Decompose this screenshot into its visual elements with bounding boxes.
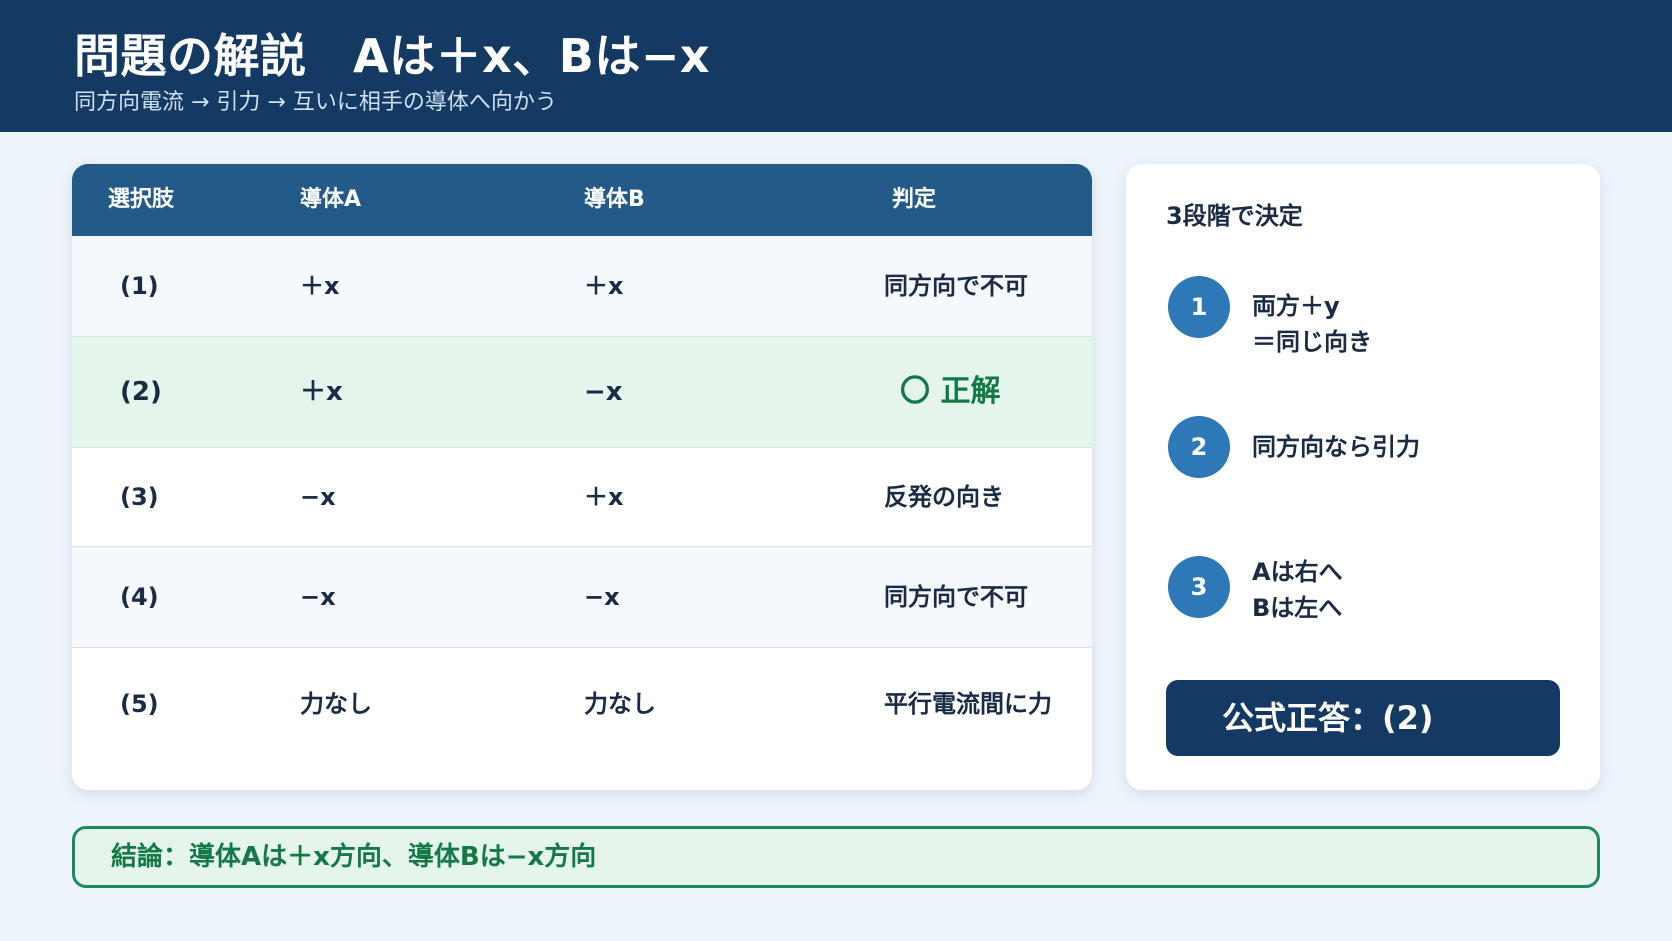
table-row: (4) −x −x 同方向で不可 bbox=[72, 547, 1092, 648]
table-row: (1) ＋x ＋x 同方向で不可 bbox=[72, 236, 1092, 337]
page-title: 問題の解説 Aは＋x、Bは−x bbox=[74, 29, 711, 83]
step-number-2: 2 bbox=[1168, 416, 1230, 478]
conclusion-text: 結論：導体Aは＋x方向、導体Bは−x方向 bbox=[111, 842, 597, 872]
row-conductor-a: ＋x bbox=[300, 272, 340, 300]
header-conductor-b: 導体B bbox=[584, 187, 645, 212]
table-header: 選択肢 導体A 導体B 判定 bbox=[72, 164, 1092, 236]
row-verdict: 同方向で不可 bbox=[884, 272, 1028, 300]
header-conductor-a: 導体A bbox=[300, 187, 362, 212]
row-conductor-b: 力なし bbox=[584, 690, 656, 718]
step-number-3: 3 bbox=[1168, 556, 1230, 618]
step-line: Bは左へ bbox=[1252, 594, 1343, 622]
row-conductor-a: −x bbox=[300, 483, 336, 511]
header-option: 選択肢 bbox=[108, 187, 175, 212]
row-conductor-a: 力なし bbox=[300, 690, 372, 718]
row-conductor-b: −x bbox=[584, 583, 620, 611]
row-option: (4) bbox=[120, 583, 159, 611]
step-number-1: 1 bbox=[1168, 276, 1230, 338]
row-option: (2) bbox=[120, 377, 162, 407]
row-conductor-b: ＋x bbox=[584, 483, 624, 511]
step-line: Aは右へ bbox=[1252, 558, 1343, 586]
row-conductor-a: ＋x bbox=[300, 377, 343, 407]
page-subtitle: 同方向電流 → 引力 → 互いに相手の導体へ向かう bbox=[74, 90, 557, 115]
row-verdict: 反発の向き bbox=[884, 483, 1004, 511]
header-verdict: 判定 bbox=[892, 187, 937, 212]
step-text-3: Aは右へ Bは左へ bbox=[1252, 554, 1343, 626]
decision-steps-panel: 3段階で決定 1 両方＋y ＝同じ向き 2 同方向なら引力 3 Aは右へ Bは左… bbox=[1126, 164, 1600, 790]
row-option: (1) bbox=[120, 272, 159, 300]
official-answer-badge: 公式正答：(2) bbox=[1166, 680, 1560, 756]
table-row: (5) 力なし 力なし 平行電流間に力 bbox=[72, 648, 1092, 760]
step-text-1: 両方＋y ＝同じ向き bbox=[1252, 288, 1372, 360]
row-conductor-b: ＋x bbox=[584, 272, 624, 300]
row-option: (5) bbox=[120, 690, 159, 718]
row-verdict: 同方向で不可 bbox=[884, 583, 1028, 611]
step-line: 同方向なら引力 bbox=[1252, 433, 1420, 461]
correct-verdict: 〇 正解 bbox=[900, 374, 1001, 409]
row-option: (3) bbox=[120, 483, 159, 511]
step-text-2: 同方向なら引力 bbox=[1252, 429, 1420, 465]
steps-title: 3段階で決定 bbox=[1166, 202, 1303, 230]
conclusion-box: 結論：導体Aは＋x方向、導体Bは−x方向 bbox=[72, 826, 1600, 888]
row-conductor-a: −x bbox=[300, 583, 336, 611]
row-verdict: 平行電流間に力 bbox=[884, 690, 1052, 718]
table-row-correct: (2) ＋x −x 〇 正解 bbox=[72, 337, 1092, 448]
header-banner: 問題の解説 Aは＋x、Bは−x 同方向電流 → 引力 → 互いに相手の導体へ向か… bbox=[0, 0, 1672, 132]
row-conductor-b: −x bbox=[584, 377, 623, 407]
step-line: ＝同じ向き bbox=[1252, 328, 1372, 356]
step-line: 両方＋y bbox=[1252, 292, 1340, 320]
table-row: (3) −x ＋x 反発の向き bbox=[72, 448, 1092, 547]
options-table: 選択肢 導体A 導体B 判定 (1) ＋x ＋x 同方向で不可 (2) ＋x −… bbox=[72, 164, 1092, 790]
